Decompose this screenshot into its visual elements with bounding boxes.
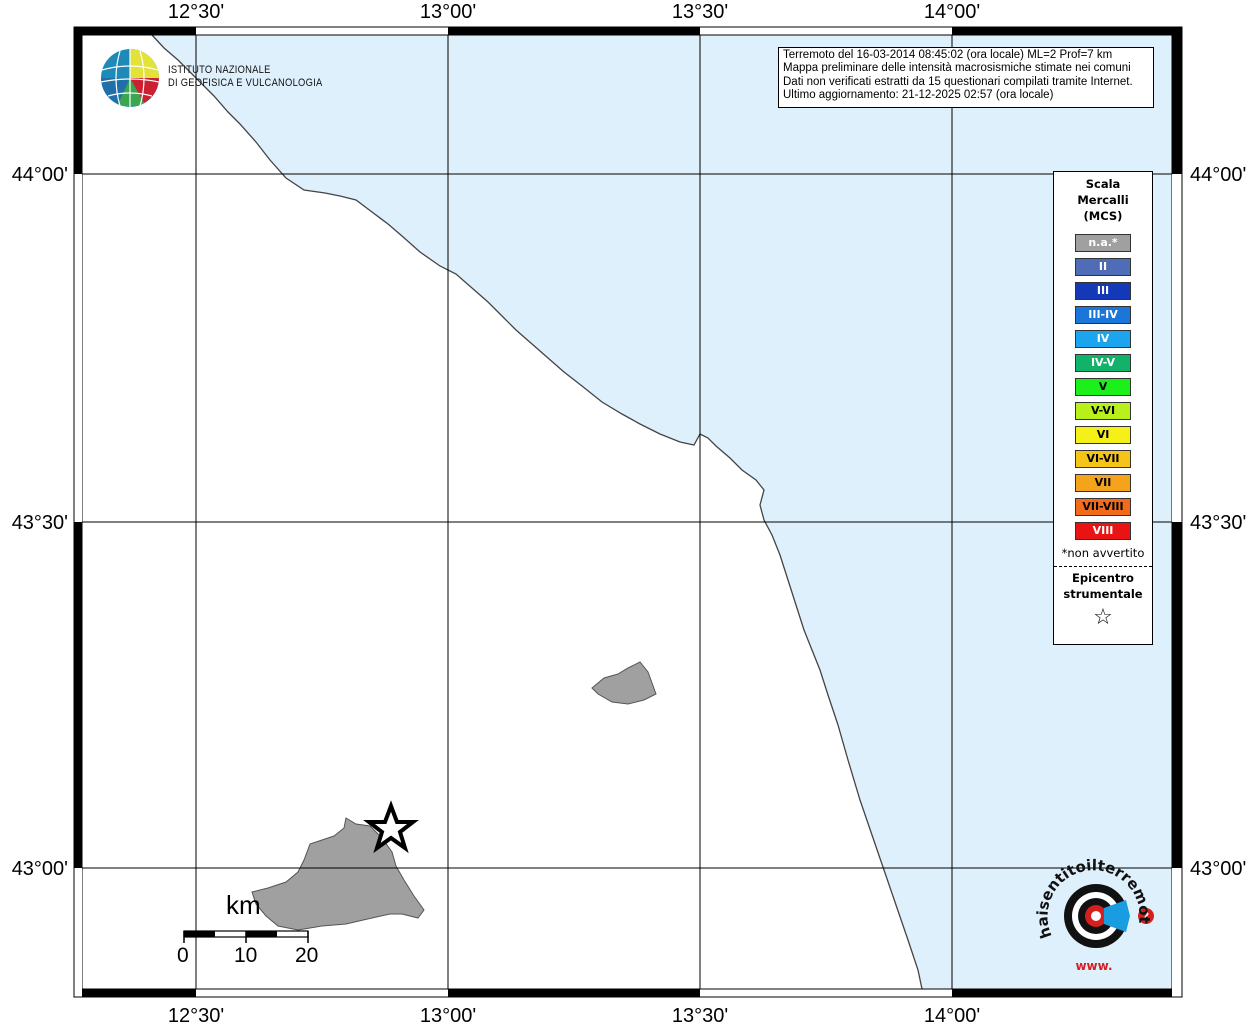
scale-bar-label-0: 0	[177, 944, 189, 967]
haisentito-logo: ? haisentitoilterremoto.it www.	[1025, 844, 1160, 978]
lat-label-right-2: 43°30'	[1190, 512, 1246, 534]
legend-item-11: VII-VIII	[1075, 498, 1131, 516]
legend-item-8: VI	[1075, 426, 1131, 444]
lat-label-left-3: 43°00'	[12, 858, 68, 880]
lon-label-top-1: 12°30'	[168, 1, 224, 23]
legend-epicenter-title: Epicentro strumentale	[1054, 570, 1152, 602]
lon-label-bottom-4: 14°00'	[924, 1005, 980, 1024]
lon-label-bottom-1: 12°30'	[168, 1005, 224, 1024]
legend-title-line-3: (MCS)	[1083, 209, 1123, 223]
legend-item-7: V-VI	[1075, 402, 1131, 420]
lat-label-left-1: 44°00'	[12, 164, 68, 186]
event-info-line-2: Mappa preliminare delle intensità macros…	[783, 62, 1131, 75]
legend-item-12: VIII	[1075, 522, 1131, 540]
lon-label-bottom-2: 13°00'	[420, 1005, 476, 1024]
haisentito-logo-prefix: www.	[1075, 959, 1112, 973]
legend-note: *non avvertito	[1061, 546, 1145, 560]
scale-bar-unit: km	[226, 890, 261, 920]
event-info-box: Terremoto del 16-03-2014 08:45:02 (ora l…	[778, 47, 1154, 108]
lon-label-top-2: 13°00'	[420, 1, 476, 23]
ingv-globe-icon	[100, 49, 160, 107]
legend-epicenter-line-2: strumentale	[1063, 587, 1143, 601]
legend-item-6: V	[1075, 378, 1131, 396]
lon-label-top-3: 13°30'	[672, 1, 728, 23]
legend-title: Scala Mercalli (MCS)	[1054, 176, 1152, 224]
event-info-line-3: Dati non verificati estratti da 15 quest…	[783, 75, 1133, 88]
legend-star-icon: ☆	[1093, 605, 1113, 630]
ingv-line-1: ISTITUTO NAZIONALE	[168, 64, 271, 76]
legend-title-line-1: Scala	[1085, 177, 1121, 191]
legend-item-0: n.a.*	[1075, 234, 1131, 252]
legend-item-2: III	[1075, 282, 1131, 300]
legend-item-4: IV	[1075, 330, 1131, 348]
event-info-line-4: Ultimo aggiornamento: 21-12-2025 02:57 (…	[783, 89, 1054, 102]
legend-epicenter-line-1: Epicentro	[1072, 571, 1134, 585]
haisentito-logo-icon: ? haisentitoilterremoto.it www.	[1025, 844, 1154, 973]
legend-item-9: VI-VII	[1075, 450, 1131, 468]
scale-bar-label-10: 10	[234, 944, 258, 967]
scale-bar-label-20: 20	[295, 944, 319, 967]
lon-label-bottom-3: 13°30'	[672, 1005, 728, 1024]
legend-separator	[1054, 566, 1152, 567]
ingv-institute-name: ISTITUTO NAZIONALE DI GEOFISICA E VULCAN…	[168, 64, 322, 90]
lat-label-right-1: 44°00'	[1190, 164, 1246, 186]
lat-label-left-2: 43°30'	[12, 512, 68, 534]
legend-items: n.a.* II III III-IV IV IV-V V V-VI VI VI-VII VII VI…	[1054, 234, 1152, 540]
mcs-legend: Scala Mercalli (MCS) n.a.* II III III-IV IV I…	[1053, 171, 1153, 645]
legend-item-3: III-IV	[1075, 306, 1131, 324]
legend-item-1: II	[1075, 258, 1131, 276]
legend-title-line-2: Mercalli	[1077, 193, 1129, 207]
legend-item-5: IV-V	[1075, 354, 1131, 372]
event-info-line-1: Terremoto del 16-03-2014 08:45:02 (ora l…	[783, 49, 1113, 61]
lat-label-right-3: 43°00'	[1190, 858, 1246, 880]
lon-label-top-4: 14°00'	[924, 1, 980, 23]
ingv-line-2: DI GEOFISICA E VULCANOLOGIA	[168, 77, 323, 89]
legend-item-10: VII	[1075, 474, 1131, 492]
